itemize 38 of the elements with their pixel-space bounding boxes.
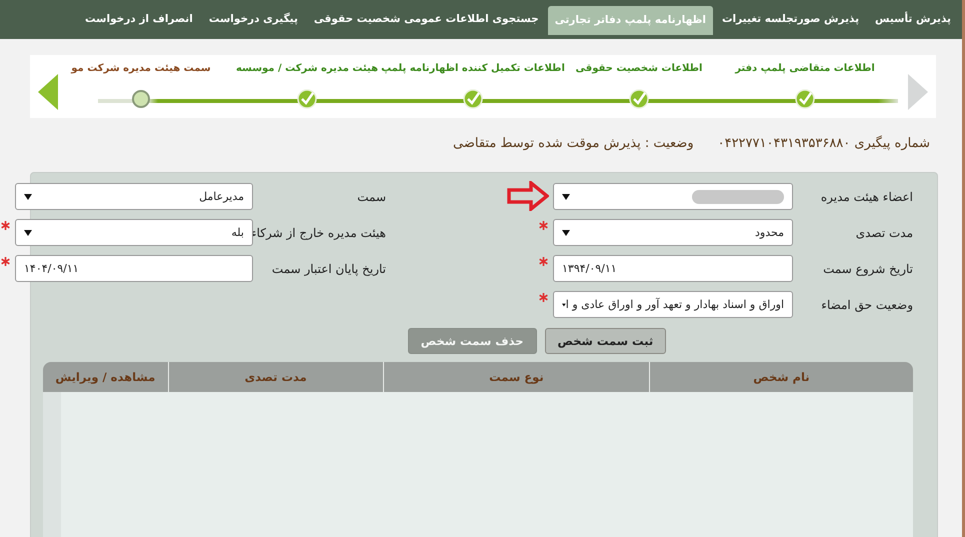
dropdown-value: مدیرعامل	[199, 190, 244, 203]
nav-tab[interactable]: پذیرش صورتجلسه تغییرات	[715, 5, 866, 34]
nav-tab[interactable]: پذیرش تأسیس	[868, 5, 958, 34]
dropdown-value: بله	[231, 226, 244, 239]
field-label: تاریخ پایان اعتبار سمت	[270, 262, 387, 276]
field-label: اعضاء هیئت مدیره	[820, 190, 913, 204]
dropdown-value: محدود	[755, 226, 784, 239]
dropdown-caret-icon	[562, 194, 570, 200]
field-label: تاریخ شروع سمت	[822, 262, 913, 276]
dropdown-field[interactable]: بله	[15, 219, 253, 246]
status-text: وضعیت : پذیرش موقت شده توسط متقاضی	[453, 136, 694, 153]
next-arrow-icon[interactable]	[908, 74, 928, 110]
submit-button[interactable]: ثبت سمت شخص	[544, 328, 666, 354]
step-label: اطلاعات متقاضی پلمپ دفتر	[735, 63, 875, 76]
field-label: وضعیت حق امضاء	[820, 298, 913, 312]
tracking-number: شماره پیگیری ۰۴۲۲۷۷۱۰۴۳۱۹۳۵۳۶۸۸۰	[718, 136, 930, 153]
step-label: اطلاعات شخصیت حقوقی	[576, 63, 702, 76]
dropdown-caret-icon	[24, 194, 32, 200]
nav-tab[interactable]: جستجوی اطلاعات عمومی شخصیت حقوقی	[306, 5, 546, 34]
date-input-field[interactable]: ۱۴۰۴/۰۹/۱۱	[15, 255, 253, 282]
field-label: سمت	[356, 190, 387, 204]
column-header: مشاهده / ویرایش	[54, 369, 156, 386]
dropdown-field[interactable]: محدود	[553, 219, 793, 246]
dropdown-caret-icon	[562, 230, 570, 236]
nav-tab[interactable]: انصراف از درخواست	[78, 5, 200, 34]
date-input-field[interactable]: ۱۳۹۴/۰۹/۱۱	[553, 255, 793, 282]
dropdown-field[interactable]: اوراق و اسناد بهادار و تعهد آور و اوراق عادی و ا	[553, 291, 793, 318]
step-label: سمت هیئت مدیره شرکت مو	[71, 63, 211, 76]
dropdown-caret-icon	[24, 230, 32, 236]
step-label: اطلاعات تکمیل کننده اظهارنامه پلمپ	[381, 63, 565, 76]
dropdown-field[interactable]	[553, 183, 793, 210]
field-label: مدت تصدی	[854, 226, 913, 240]
nav-tab[interactable]: پیگیری درخواست	[202, 5, 305, 34]
previous-arrow-icon[interactable]	[38, 74, 58, 110]
dropdown-field[interactable]: مدیرعامل	[15, 183, 253, 210]
step-label: هیئت مدیره شرکت / موسسه	[236, 63, 378, 76]
dropdown-caret-icon	[562, 302, 566, 308]
dropdown-value: اوراق و اسناد بهادار و تعهد آور و اوراق عادی و ا	[566, 298, 784, 311]
